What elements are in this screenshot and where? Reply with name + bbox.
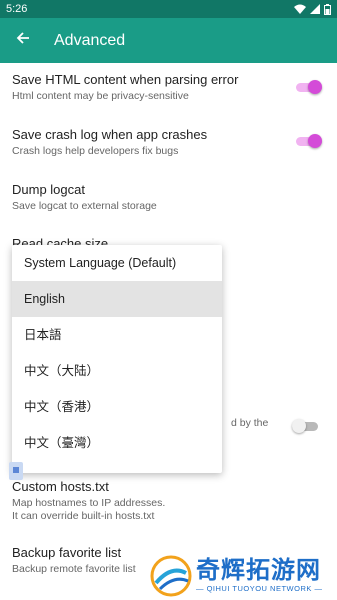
language-option-selected[interactable]: English [12,281,222,317]
setting-summary: Html content may be privacy-sensitive [12,90,189,102]
setting-summary: Map hostnames to IP addresses. It can ov… [12,497,166,522]
language-option[interactable]: 中文（臺灣） [12,425,222,461]
language-option[interactable]: 中文（香港） [12,389,222,425]
setting-title: Save HTML content when parsing error [12,72,239,87]
page-title: Advanced [54,31,126,49]
setting-title: Dump logcat [12,182,85,197]
app-bar: Advanced [0,18,337,63]
save-html-toggle[interactable] [296,80,324,94]
watermark: 奇辉拓游网 — QIHUI TUOYOU NETWORK — [150,553,335,598]
status-time: 5:26 [6,3,28,15]
watermark-logo-icon [150,555,192,597]
language-menu: System Language (Default) English 日本語 中文… [12,245,222,473]
setting-summary: Crash logs help developers fix bugs [12,145,179,157]
setting-dump-logcat[interactable]: Dump logcat Save logcat to external stor… [0,182,337,213]
floating-handle-icon[interactable] [9,462,23,480]
wifi-icon [294,4,306,14]
watermark-cn: 奇辉拓游网 [196,557,321,584]
setting-save-crash-log[interactable]: Save crash log when app crashes Crash lo… [0,127,337,158]
save-crash-log-toggle[interactable] [296,134,324,148]
setting-title: Save crash log when app crashes [12,127,208,142]
arrow-back-icon [16,31,30,50]
battery-icon [324,3,331,15]
status-bar: 5:26 [0,0,337,18]
language-option[interactable]: System Language (Default) [12,245,222,281]
setting-partial[interactable]: d by the [222,414,302,430]
language-option[interactable]: 中文（大陆） [12,353,222,389]
language-option[interactable]: 日本語 [12,317,222,353]
signal-icon [310,4,320,14]
setting-save-html[interactable]: Save HTML content when parsing error Htm… [0,72,337,103]
partial-setting-toggle[interactable] [292,419,320,433]
setting-custom-hosts[interactable]: Custom hosts.txt Map hostnames to IP add… [0,479,337,523]
back-button[interactable] [0,18,46,63]
setting-title: Custom hosts.txt [12,479,109,494]
setting-summary: Save logcat to external storage [12,200,157,212]
watermark-en: — QIHUI TUOYOU NETWORK — [196,584,323,593]
